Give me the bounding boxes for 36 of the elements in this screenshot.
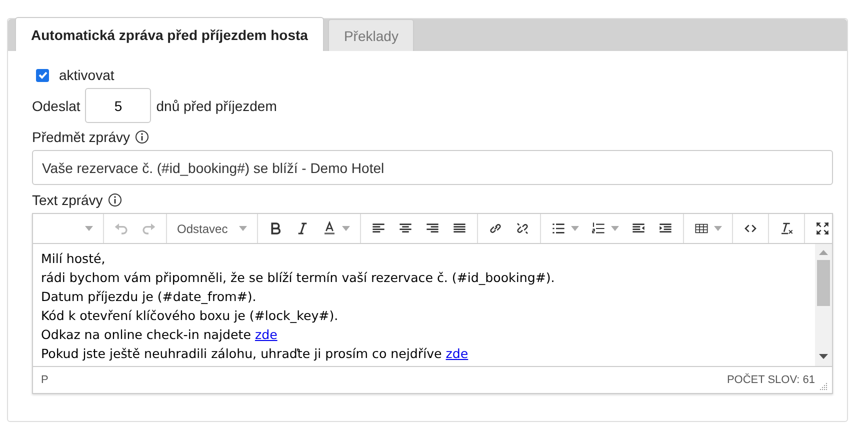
checkbox[interactable] [36, 68, 49, 82]
field-label: Předmět zprávy [32, 129, 130, 145]
scroll-down-icon[interactable] [819, 354, 828, 359]
bullet-list-icon [551, 221, 566, 236]
redo-icon [141, 221, 156, 236]
clear-format-icon [779, 221, 794, 236]
days-input[interactable]: 5 [85, 88, 152, 123]
caret-icon [571, 226, 579, 231]
tab[interactable]: Automatická zpráva před příjezdem hosta [15, 17, 324, 51]
fullscreen-icon [815, 221, 830, 236]
element-path[interactable]: P [41, 374, 48, 386]
scrollbar[interactable] [815, 244, 832, 366]
caret-icon [85, 226, 93, 231]
send-label: Odeslat [32, 98, 80, 114]
caret-icon [714, 226, 722, 231]
undo-icon [114, 221, 129, 236]
link[interactable]: zde [446, 346, 468, 361]
format-dropdown[interactable]: Odstavec [172, 216, 252, 240]
word-count: POČET SLOV: 61 [726, 374, 815, 386]
field-label: Text zprávy [32, 192, 103, 208]
checkbox-label: aktivovat [59, 67, 114, 83]
tab[interactable]: Překlady [328, 19, 414, 51]
caret-icon [611, 226, 619, 231]
subject-input[interactable]: Vaše rezervace č. (#id_booking#) se blíží - Demo Hotel [32, 150, 833, 185]
table-icon [694, 221, 709, 236]
caret-icon [239, 226, 247, 231]
link-icon [488, 221, 503, 236]
unlink-icon [515, 221, 530, 236]
link[interactable]: zde [254, 327, 278, 342]
message-text[interactable]: Milí hosté, rádi bychom vám připomněli, že se blíží termín vaší rezervace č. (#id_booking#). Datum příjezdu je (#date_from#). Kód k otevření klíčového boxu je (#lock_key#). Odkaz na online check-in najdete zde Pokud jste ještě neuhradili zálohu, uhraďte ji prosím co nejdříve zde [33, 244, 815, 366]
info-icon[interactable] [135, 130, 150, 144]
info-icon[interactable] [108, 193, 122, 207]
days-label: dnů před příjezdem [156, 98, 277, 114]
caret-icon [342, 226, 350, 231]
text-color-icon [322, 221, 337, 236]
numbered-list-icon [591, 221, 606, 236]
